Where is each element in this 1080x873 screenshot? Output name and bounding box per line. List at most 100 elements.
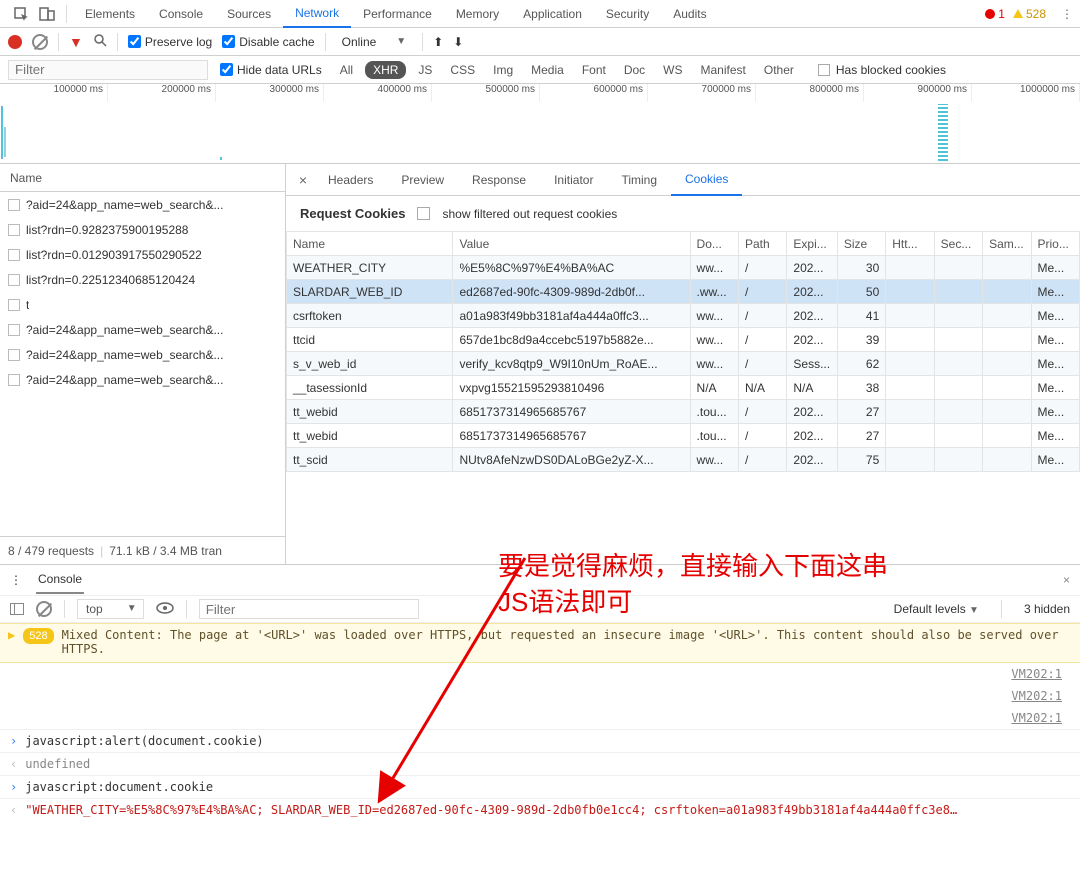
network-filter-bar: Hide data URLs All XHR JS CSS Img Media Font Do… bbox=[0, 56, 1080, 84]
table-row[interactable]: tt_webid6851737314965685767.tou.../202..… bbox=[287, 424, 1080, 448]
filter-type-css[interactable]: CSS bbox=[444, 61, 481, 79]
device-toolbar-icon[interactable] bbox=[34, 1, 60, 27]
filter-type-img[interactable]: Img bbox=[487, 61, 519, 79]
source-link[interactable]: VM202:1 bbox=[0, 707, 1080, 729]
main-tab-performance[interactable]: Performance bbox=[351, 1, 444, 27]
blocked-cookies-checkbox[interactable] bbox=[818, 64, 830, 76]
filter-type-xhr[interactable]: XHR bbox=[365, 61, 406, 79]
request-row[interactable]: ?aid=24&app_name=web_search&... bbox=[0, 342, 285, 367]
main-tab-sources[interactable]: Sources bbox=[215, 1, 283, 27]
source-link[interactable]: VM202:1 bbox=[0, 663, 1080, 685]
console-line[interactable]: ›javascript:document.cookie bbox=[0, 775, 1080, 798]
clear-console-icon[interactable] bbox=[36, 601, 52, 617]
request-row[interactable]: list?rdn=0.9282375900195288 bbox=[0, 217, 285, 242]
filter-type-other[interactable]: Other bbox=[758, 61, 800, 79]
filter-type-doc[interactable]: Doc bbox=[618, 61, 651, 79]
table-row[interactable]: csrftokena01a983f49bb3181af4a444a0ffc3..… bbox=[287, 304, 1080, 328]
table-header[interactable]: Sec... bbox=[934, 232, 982, 256]
table-row[interactable]: WEATHER_CITY%E5%8C%97%E4%BA%ACww.../202.… bbox=[287, 256, 1080, 280]
error-count[interactable]: 1 bbox=[985, 7, 1005, 21]
live-expression-icon[interactable] bbox=[156, 602, 174, 617]
filter-type-manifest[interactable]: Manifest bbox=[695, 61, 752, 79]
table-row[interactable]: tt_webid6851737314965685767.tou.../202..… bbox=[287, 400, 1080, 424]
table-row[interactable]: __tasessionIdvxpvg15521595293810496N/AN/… bbox=[287, 376, 1080, 400]
network-timeline[interactable]: 100000 ms200000 ms300000 ms400000 ms5000… bbox=[0, 84, 1080, 164]
detail-tab-cookies[interactable]: Cookies bbox=[671, 164, 742, 196]
console-filter-input[interactable] bbox=[199, 599, 419, 619]
preserve-log-checkbox[interactable]: Preserve log bbox=[128, 35, 212, 49]
request-row[interactable]: list?rdn=0.012903917550290522 bbox=[0, 242, 285, 267]
table-row[interactable]: ttcid657de1bc8d9a4ccebc5197b5882e...ww..… bbox=[287, 328, 1080, 352]
close-icon[interactable]: × bbox=[292, 172, 314, 188]
request-row[interactable]: ?aid=24&app_name=web_search&... bbox=[0, 192, 285, 217]
console-line[interactable]: ›javascript:alert(document.cookie) bbox=[0, 729, 1080, 752]
main-tab-console[interactable]: Console bbox=[147, 1, 215, 27]
main-tab-audits[interactable]: Audits bbox=[661, 1, 718, 27]
table-header[interactable]: Expi... bbox=[787, 232, 837, 256]
main-tab-application[interactable]: Application bbox=[511, 1, 594, 27]
filter-input[interactable] bbox=[8, 60, 208, 80]
download-har-icon[interactable]: ⬇ bbox=[453, 35, 463, 49]
detail-tab-preview[interactable]: Preview bbox=[387, 165, 458, 195]
table-header[interactable]: Prio... bbox=[1031, 232, 1079, 256]
filter-type-js[interactable]: JS bbox=[412, 61, 438, 79]
filter-type-ws[interactable]: WS bbox=[657, 61, 688, 79]
separator bbox=[325, 33, 326, 51]
console-warning-row: ▶ 528 Mixed Content: The page at '<URL>'… bbox=[0, 623, 1080, 663]
table-row[interactable]: SLARDAR_WEB_IDed2687ed-90fc-4309-989d-2d… bbox=[287, 280, 1080, 304]
cookies-table: NameValueDo...PathExpi...SizeHtt...Sec..… bbox=[286, 231, 1080, 472]
table-header[interactable]: Path bbox=[738, 232, 786, 256]
source-link[interactable]: VM202:1 bbox=[0, 685, 1080, 707]
main-tab-elements[interactable]: Elements bbox=[73, 1, 147, 27]
detail-tab-response[interactable]: Response bbox=[458, 165, 540, 195]
table-header[interactable]: Sam... bbox=[983, 232, 1031, 256]
table-header[interactable]: Name bbox=[287, 232, 453, 256]
kebab-menu-icon[interactable]: ⋮ bbox=[1054, 1, 1080, 27]
timeline-tick: 500000 ms bbox=[432, 84, 540, 102]
request-list-header[interactable]: Name bbox=[0, 164, 285, 192]
filter-toggle-icon[interactable]: ▼ bbox=[69, 34, 83, 50]
request-row[interactable]: t bbox=[0, 292, 285, 317]
request-detail-panel: × HeadersPreviewResponseInitiatorTimingC… bbox=[286, 164, 1080, 564]
detail-tab-headers[interactable]: Headers bbox=[314, 165, 387, 195]
timeline-tick: 300000 ms bbox=[216, 84, 324, 102]
request-row[interactable]: list?rdn=0.22512340685120424 bbox=[0, 267, 285, 292]
table-header[interactable]: Value bbox=[453, 232, 690, 256]
table-header[interactable]: Do... bbox=[690, 232, 738, 256]
filter-type-media[interactable]: Media bbox=[525, 61, 570, 79]
table-header[interactable]: Size bbox=[837, 232, 885, 256]
warning-count[interactable]: 528 bbox=[1013, 7, 1046, 21]
context-select[interactable]: top▼ bbox=[77, 599, 144, 619]
inspect-element-icon[interactable] bbox=[8, 1, 34, 27]
hidden-count[interactable]: 3 hidden bbox=[1024, 602, 1070, 616]
show-filtered-label: show filtered out request cookies bbox=[442, 207, 617, 221]
drawer-menu-icon[interactable]: ⋮ bbox=[10, 573, 22, 587]
close-icon[interactable]: × bbox=[1063, 573, 1070, 587]
hide-data-urls-checkbox[interactable]: Hide data URLs bbox=[220, 63, 322, 77]
main-tab-network[interactable]: Network bbox=[283, 0, 351, 28]
log-levels-select[interactable]: Default levels ▼ bbox=[894, 602, 979, 616]
upload-har-icon[interactable]: ⬆ bbox=[433, 35, 443, 49]
timeline-tick: 900000 ms bbox=[864, 84, 972, 102]
filter-type-all[interactable]: All bbox=[334, 61, 359, 79]
clear-icon[interactable] bbox=[32, 34, 48, 50]
detail-tab-timing[interactable]: Timing bbox=[607, 165, 671, 195]
console-tab[interactable]: Console bbox=[36, 566, 84, 594]
detail-tab-initiator[interactable]: Initiator bbox=[540, 165, 607, 195]
show-filtered-checkbox[interactable] bbox=[417, 207, 430, 220]
table-row[interactable]: s_v_web_idverify_kcv8qtp9_W9I10nUm_RoAE.… bbox=[287, 352, 1080, 376]
throttling-select[interactable]: Online▼ bbox=[336, 35, 413, 49]
main-tab-memory[interactable]: Memory bbox=[444, 1, 511, 27]
search-icon[interactable] bbox=[93, 33, 107, 50]
console-line[interactable]: ‹"WEATHER_CITY=%E5%8C%97%E4%BA%AC; SLARD… bbox=[0, 798, 1080, 821]
main-tab-security[interactable]: Security bbox=[594, 1, 661, 27]
record-button[interactable] bbox=[8, 35, 22, 49]
disable-cache-checkbox[interactable]: Disable cache bbox=[222, 35, 314, 49]
request-row[interactable]: ?aid=24&app_name=web_search&... bbox=[0, 367, 285, 392]
request-row[interactable]: ?aid=24&app_name=web_search&... bbox=[0, 317, 285, 342]
console-line[interactable]: ‹undefined bbox=[0, 752, 1080, 775]
filter-type-font[interactable]: Font bbox=[576, 61, 612, 79]
table-header[interactable]: Htt... bbox=[886, 232, 934, 256]
table-row[interactable]: tt_scidNUtv8AfeNzwDS0DALoBGe2yZ-X...ww..… bbox=[287, 448, 1080, 472]
sidebar-toggle-icon[interactable] bbox=[10, 603, 24, 615]
